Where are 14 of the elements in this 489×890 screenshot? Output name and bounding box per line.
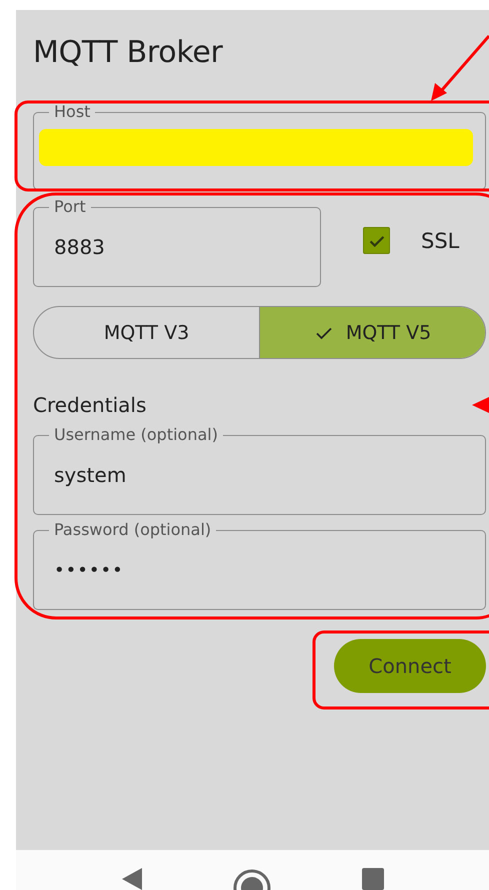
- field-label: Host: [49, 103, 96, 120]
- back-icon[interactable]: [122, 868, 142, 890]
- field-label: Username (optional): [49, 426, 223, 443]
- page-title: MQTT Broker: [33, 35, 223, 71]
- ssl-label: SSL: [421, 228, 460, 252]
- version-toggle[interactable]: MQTT V3: [34, 307, 259, 358]
- arrowhead: [472, 397, 489, 413]
- arrow: [431, 35, 489, 101]
- field-label: Password (optional): [49, 521, 216, 538]
- connect-button[interactable]: Connect: [334, 639, 486, 693]
- ssl-checkbox[interactable]: [363, 227, 390, 254]
- section-heading: Credentials: [33, 393, 146, 417]
- version-toggle[interactable]: MQTT V5: [259, 307, 485, 358]
- field-label: Port: [49, 198, 91, 215]
